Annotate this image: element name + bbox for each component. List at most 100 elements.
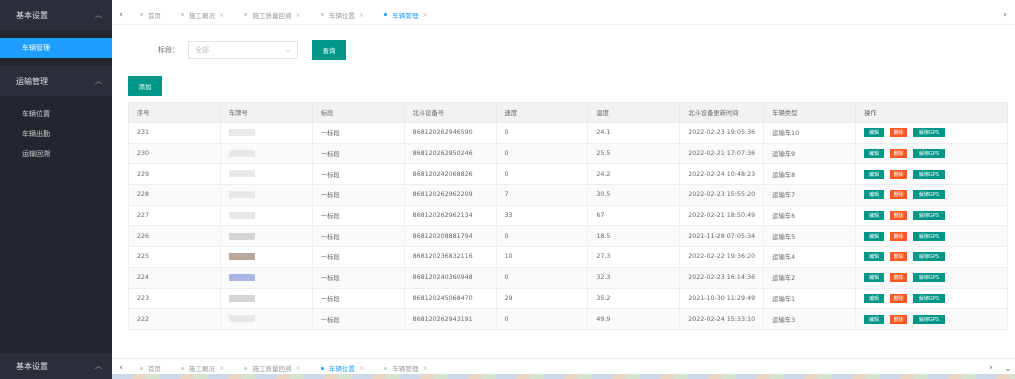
cell-speed: 0 [495,225,589,248]
chevron-down-icon[interactable]: ⌄ [1001,364,1015,373]
edit-button[interactable]: 编辑 [864,314,885,324]
tab-label: 车辆管理 [392,11,419,20]
delete-button[interactable]: 删除 [890,231,908,241]
delete-button[interactable]: 删除 [890,211,908,221]
cell-speed: 10 [495,246,589,268]
close-icon[interactable]: × [295,11,300,19]
cell-actions: 编辑 删除 解绑GPS [855,204,1008,227]
cell-time: 2022-02-24 10:48:23 [679,163,765,186]
unbind-gps-button[interactable]: 解绑GPS [913,293,946,303]
edit-button[interactable]: 编辑 [864,211,885,221]
plate-redacted [228,170,255,178]
cell-section: 一标段 [311,225,405,248]
table-row: 230 一标段 868120262950246 0 25.5 2022-02-2… [128,142,1008,165]
close-icon[interactable]: × [422,11,427,19]
sidebar-item-vehicle-attendance[interactable]: 车辆出勤 [0,124,112,144]
unbind-gps-button[interactable]: 解绑GPS [913,128,946,138]
column-header: 车辆类型 [763,102,857,123]
close-icon[interactable]: × [295,364,300,372]
tab-vehicle-management[interactable]: 车辆管理 × [374,5,437,25]
cell-type: 运输车2 [763,266,857,289]
delete-button[interactable]: 删除 [890,293,908,303]
tab-vehicle-position[interactable]: 车辆位置 × [311,5,374,25]
column-header: 序号 [128,102,221,123]
cell-section: 一标段 [311,266,405,289]
filter-bar: 标段： 全部 ⌄ 查询 [158,40,346,60]
tab-label: 施工质量回溯 [252,11,292,20]
close-icon[interactable]: × [359,364,364,372]
cell-temp: 30.5 [587,184,681,206]
section-select[interactable]: 全部 ⌄ [188,41,298,59]
sidebar-group-basic-settings-bottom[interactable]: 基本设置 ︿ [0,353,112,379]
unbind-gps-button[interactable]: 解绑GPS [913,273,946,283]
edit-button[interactable]: 编辑 [864,149,885,159]
edit-button[interactable]: 编辑 [864,169,885,179]
tab-construction-overview[interactable]: 施工概况 × [171,5,234,25]
cell-actions: 编辑 删除 解绑GPS [855,122,1008,144]
cell-id: 225 [128,246,221,268]
cell-device: 868120262950246 [403,142,497,165]
column-header: 标段 [311,102,405,123]
cell-section: 一标段 [311,142,405,165]
cell-id: 222 [128,308,221,330]
cell-type: 运输车3 [763,308,857,330]
cell-section: 一标段 [311,122,405,144]
cell-plate [219,204,313,227]
cell-plate [219,308,313,330]
cell-id: 228 [128,184,221,206]
cell-type: 运输车8 [763,163,857,186]
cell-plate [219,287,313,310]
tab-scroll-left-icon[interactable]: ‹ [112,10,130,20]
delete-button[interactable]: 删除 [890,169,908,179]
delete-button[interactable]: 删除 [890,252,908,262]
tab-scroll-left-icon[interactable]: ‹ [112,363,130,373]
add-button[interactable]: 添加 [128,76,162,96]
close-icon[interactable]: × [359,11,364,19]
close-icon[interactable]: × [422,364,427,372]
edit-button[interactable]: 编辑 [864,231,885,241]
unbind-gps-button[interactable]: 解绑GPS [913,149,946,159]
table-row: 224 一标段 868120240360948 0 32.3 2022-02-2… [128,266,1008,289]
chevron-up-icon: ︿ [95,77,102,85]
app-window: 基本设置 ︿ 车辆管理 运输管理 ︿ 车辆位置 车辆出勤 运输回溯 基本设置 ︿… [0,0,1015,379]
cell-device: 868120262962134 [403,204,497,227]
cell-temp: 24.2 [587,163,681,186]
cell-type: 运输车7 [763,184,857,206]
delete-button[interactable]: 删除 [890,273,908,283]
tab-quality-backtrack[interactable]: 施工质量回溯 × [234,5,310,25]
plate-redacted [228,315,255,323]
unbind-gps-button[interactable]: 解绑GPS [913,169,946,179]
column-header: 速度 [495,102,589,123]
unbind-gps-button[interactable]: 解绑GPS [913,314,946,324]
sidebar-item-vehicle-position[interactable]: 车辆位置 [0,104,112,124]
cell-section: 一标段 [311,204,405,227]
edit-button[interactable]: 编辑 [864,190,885,200]
unbind-gps-button[interactable]: 解绑GPS [913,231,946,241]
delete-button[interactable]: 删除 [890,314,908,324]
close-icon[interactable]: × [219,364,224,372]
cell-speed: 0 [495,266,589,289]
sidebar-group-transport-management[interactable]: 运输管理 ︿ [0,66,112,96]
cell-speed: 29 [495,287,589,310]
delete-button[interactable]: 删除 [890,128,908,138]
tab-scroll-right-icon[interactable]: › [995,10,1015,20]
tab-scroll-right-icon[interactable]: › [981,363,1001,373]
delete-button[interactable]: 删除 [890,190,908,200]
cell-device: 868120262946590 [403,122,497,144]
sidebar-group-basic-settings[interactable]: 基本设置 ︿ [0,0,112,30]
edit-button[interactable]: 编辑 [864,128,885,138]
table-row: 228 一标段 868120262962209 7 30.5 2022-02-2… [128,184,1008,206]
unbind-gps-button[interactable]: 解绑GPS [913,252,946,262]
delete-button[interactable]: 删除 [890,149,908,159]
query-button[interactable]: 查询 [312,40,346,60]
edit-button[interactable]: 编辑 [864,273,885,283]
close-icon[interactable]: × [219,11,224,19]
tab-home[interactable]: 首页 [130,5,171,25]
unbind-gps-button[interactable]: 解绑GPS [913,190,946,200]
sidebar-item-vehicle-management[interactable]: 车辆管理 [0,38,112,58]
edit-button[interactable]: 编辑 [864,293,885,303]
unbind-gps-button[interactable]: 解绑GPS [913,211,946,221]
edit-button[interactable]: 编辑 [864,252,885,262]
sidebar-item-transport-backtrack[interactable]: 运输回溯 [0,144,112,164]
table-row: 229 一标段 868120242068826 0 24.2 2022-02-2… [128,163,1008,186]
